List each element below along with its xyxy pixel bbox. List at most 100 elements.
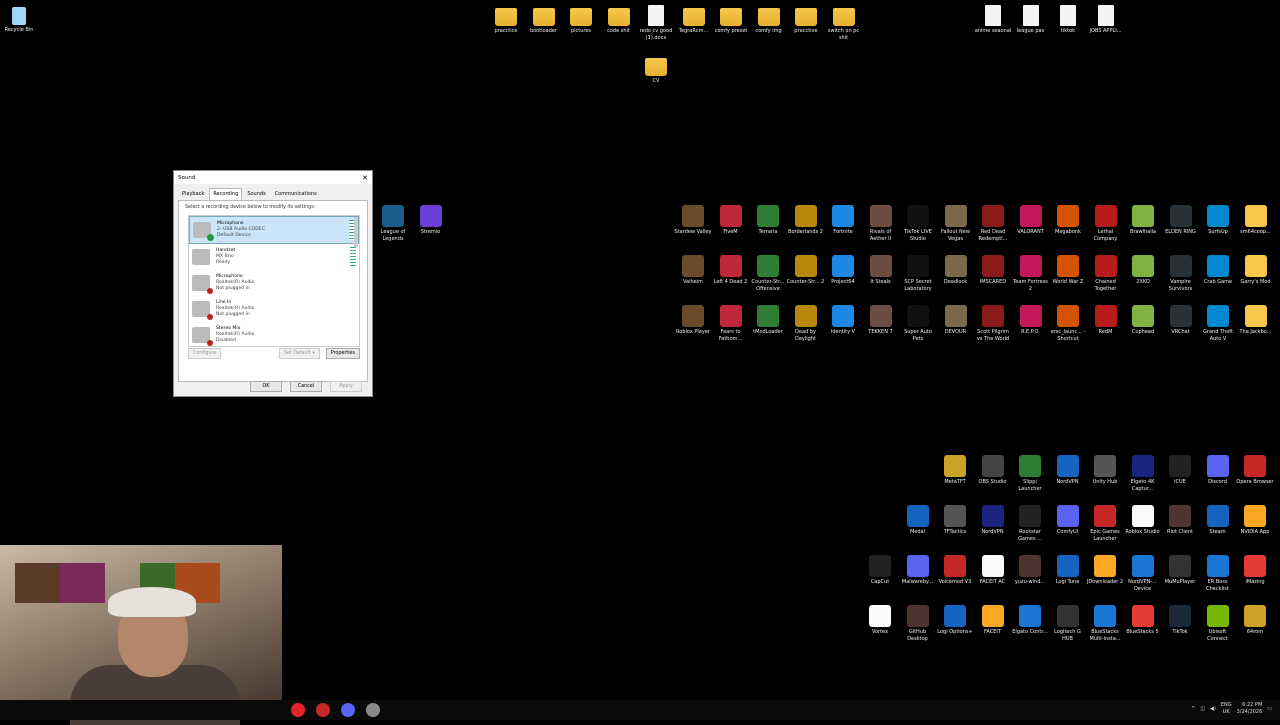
apply-button[interactable]: Apply: [330, 381, 362, 392]
configure-button[interactable]: Configure: [188, 348, 222, 359]
desktop-shortcut[interactable]: yuzu-wind...: [1011, 555, 1049, 586]
desktop-shortcut[interactable]: pictures: [562, 5, 600, 35]
desktop-shortcut[interactable]: TegraRcm...: [675, 5, 713, 35]
desktop-shortcut[interactable]: Fortnite: [824, 205, 862, 236]
desktop-shortcut[interactable]: FACEIT AC: [974, 555, 1012, 586]
desktop-shortcut[interactable]: ersc_launc... - Shortcut: [1049, 305, 1087, 343]
properties-button[interactable]: Properties: [325, 348, 360, 359]
desktop-shortcut[interactable]: Medal: [899, 505, 937, 536]
scrollbar[interactable]: [354, 217, 358, 247]
desktop-shortcut[interactable]: Scott Pilgrim vs The World: [974, 305, 1012, 343]
tab-sounds[interactable]: Sounds: [243, 188, 269, 200]
desktop-shortcut[interactable]: iCUE: [1161, 455, 1199, 486]
desktop-shortcut[interactable]: Fallout New Vegas: [937, 205, 975, 243]
set-default-button[interactable]: Set Default ▾: [278, 348, 320, 359]
tab-communications[interactable]: Communications: [271, 188, 321, 200]
desktop-shortcut[interactable]: Epic Games Launcher: [1086, 505, 1124, 543]
desktop-shortcut[interactable]: SurfsUp: [1199, 205, 1237, 236]
app-icon[interactable]: [316, 703, 330, 717]
device-row[interactable]: Handset MX Brio Ready: [189, 244, 359, 270]
desktop-shortcut[interactable]: Team Fortress 2: [1012, 255, 1050, 293]
desktop-shortcut[interactable]: bootloader: [525, 5, 563, 35]
desktop-shortcut[interactable]: Chained Together: [1087, 255, 1125, 293]
desktop-shortcut[interactable]: 64rom: [1236, 605, 1274, 636]
desktop-shortcut[interactable]: Recycle Bin: [0, 5, 38, 34]
desktop-shortcut[interactable]: Logi Tune: [1049, 555, 1087, 586]
desktop-shortcut[interactable]: Garry's Mod: [1237, 255, 1275, 286]
desktop-shortcut[interactable]: SCP Secret Laboratory: [899, 255, 937, 293]
device-row[interactable]: Line In Realtek(R) Audio Not plugged in: [189, 296, 359, 322]
desktop-shortcut[interactable]: Super Auto Pets: [899, 305, 937, 343]
desktop-shortcut[interactable]: Cuphead: [1124, 305, 1162, 336]
desktop-shortcut[interactable]: Identity V: [824, 305, 862, 336]
desktop-shortcut[interactable]: Rockstar Games ...: [1011, 505, 1049, 543]
desktop-shortcut[interactable]: Lethal Company: [1087, 205, 1125, 243]
desktop-shortcut[interactable]: pracctive: [787, 5, 825, 35]
device-row[interactable]: Microphone Realtek(R) Audio Not plugged in: [189, 270, 359, 296]
desktop-shortcut[interactable]: Terraria: [749, 205, 787, 236]
desktop-shortcut[interactable]: League of Legends: [374, 205, 412, 243]
desktop-shortcut[interactable]: VRChat: [1162, 305, 1200, 336]
desktop-shortcut[interactable]: 2XKO: [1124, 255, 1162, 286]
desktop-shortcut[interactable]: Voicemod V3: [936, 555, 974, 586]
desktop-shortcut[interactable]: Opera Browser: [1236, 455, 1274, 486]
desktop-shortcut[interactable]: IMSCARED: [974, 255, 1012, 286]
network-icon[interactable]: ◫: [1200, 706, 1205, 712]
opera-gx-icon[interactable]: [291, 703, 305, 717]
tab-playback[interactable]: Playback: [178, 188, 208, 200]
desktop-shortcut[interactable]: Crab Game: [1199, 255, 1237, 286]
desktop-shortcut[interactable]: Malwareby...: [899, 555, 937, 586]
desktop-shortcut[interactable]: comfy preset: [712, 5, 750, 35]
desktop-shortcut[interactable]: Riot Client: [1161, 505, 1199, 536]
desktop-shortcut[interactable]: VALORANT: [1012, 205, 1050, 236]
desktop-shortcut[interactable]: BlueStacks 5: [1124, 605, 1162, 636]
desktop-shortcut[interactable]: pracctice: [487, 5, 525, 35]
desktop-shortcut[interactable]: The.Jackbo...: [1237, 305, 1275, 336]
desktop-shortcut[interactable]: Steam: [1199, 505, 1237, 536]
desktop-shortcut[interactable]: NVIDIA App: [1236, 505, 1274, 536]
desktop-shortcut[interactable]: Project64: [824, 255, 862, 286]
device-list[interactable]: Microphone 2- USB Audio CODEC Default Devi…: [188, 215, 360, 347]
desktop-shortcut[interactable]: ELDEN RING: [1162, 205, 1200, 236]
desktop-shortcut[interactable]: Vortex: [861, 605, 899, 636]
desktop-shortcut[interactable]: DEVOUR: [937, 305, 975, 336]
desktop-shortcut[interactable]: TikTok LIVE Studio: [899, 205, 937, 243]
desktop-shortcut[interactable]: switch on pc shit: [825, 5, 863, 42]
desktop-shortcut[interactable]: Stardew Valley: [674, 205, 712, 236]
desktop-shortcut[interactable]: Deadlock: [937, 255, 975, 286]
desktop-shortcut[interactable]: Discord: [1199, 455, 1237, 486]
desktop-shortcut[interactable]: redo cv good (1).docx: [637, 5, 675, 42]
desktop-shortcut[interactable]: Megabonk: [1049, 205, 1087, 236]
desktop-shortcut[interactable]: Roblox Studio: [1124, 505, 1162, 536]
volume-icon[interactable]: ◀): [1210, 706, 1216, 712]
desktop-shortcut[interactable]: Elgato Contr...: [1011, 605, 1049, 636]
desktop-shortcut[interactable]: Grand Theft Auto V: [1199, 305, 1237, 343]
desktop-shortcut[interactable]: sm64coop...: [1237, 205, 1275, 236]
notification-icon[interactable]: ▭: [1267, 706, 1272, 712]
tab-recording[interactable]: Recording: [209, 188, 243, 200]
language-indicator[interactable]: ENG UK: [1221, 702, 1232, 716]
ok-button[interactable]: OK: [250, 381, 282, 392]
desktop-shortcut[interactable]: FiveM: [712, 205, 750, 236]
desktop-shortcut[interactable]: CV: [637, 55, 675, 85]
desktop-shortcut[interactable]: Fears to Fathom...: [712, 305, 750, 343]
desktop-shortcut[interactable]: comfy img: [750, 5, 788, 35]
desktop-shortcut[interactable]: code shit: [600, 5, 638, 35]
app-icon-2[interactable]: [366, 703, 380, 717]
desktop-shortcut[interactable]: Stremio: [412, 205, 450, 236]
desktop-shortcut[interactable]: FACEIT: [974, 605, 1012, 636]
chevron-up-icon[interactable]: ^: [1191, 706, 1195, 712]
desktop-shortcut[interactable]: TFTactics: [936, 505, 974, 536]
desktop-shortcut[interactable]: Red Dead Redempti...: [974, 205, 1012, 243]
desktop-shortcut[interactable]: Dead by Daylight: [787, 305, 825, 343]
desktop-shortcut[interactable]: Counter-Str... Offensive: [749, 255, 787, 293]
desktop-shortcut[interactable]: OBS Studio: [974, 455, 1012, 486]
desktop-shortcut[interactable]: JDownloader 2: [1086, 555, 1124, 586]
desktop-shortcut[interactable]: Left 4 Dead 2: [712, 255, 750, 286]
desktop-shortcut[interactable]: anime seaonal: [974, 5, 1012, 35]
desktop-shortcut[interactable]: Vampire Survivors: [1162, 255, 1200, 293]
desktop-shortcut[interactable]: iMazing: [1236, 555, 1274, 586]
desktop-shortcut[interactable]: MuMuPlayer: [1161, 555, 1199, 586]
desktop-shortcut[interactable]: Counter-Str... 2: [787, 255, 825, 286]
desktop-shortcut[interactable]: BlueStacks Multi-Insta...: [1086, 605, 1124, 643]
